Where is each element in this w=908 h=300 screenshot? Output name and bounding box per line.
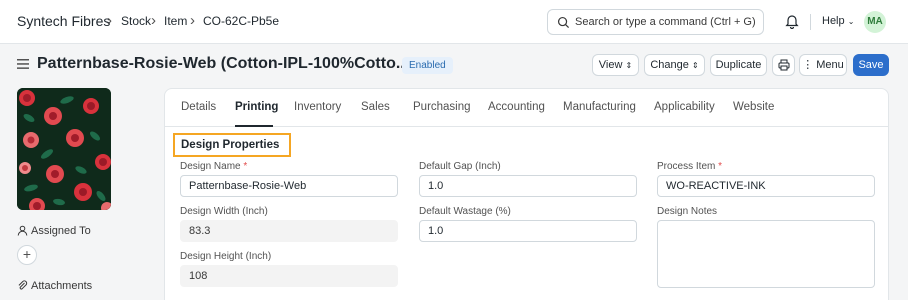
active-tab-indicator — [235, 125, 273, 127]
attachments-label: Attachments — [17, 280, 92, 292]
help-label: Help — [822, 15, 845, 27]
view-button[interactable]: View ⇕ — [592, 54, 639, 76]
process-item-label: Process Item * — [657, 161, 722, 172]
help-dropdown[interactable]: Help ⌄ — [822, 15, 854, 27]
navbar: Syntech Fibres › Stock › Item › CO-62C-P… — [0, 0, 908, 44]
tab-inventory[interactable]: Inventory — [294, 101, 341, 113]
search-placeholder: Search or type a command (Ctrl + G) — [575, 16, 756, 28]
default-wastage-input[interactable]: 1.0 — [419, 220, 637, 242]
avatar[interactable]: MA — [864, 11, 886, 33]
design-width-label: Design Width (Inch) — [180, 206, 268, 217]
hamburger-icon[interactable] — [17, 59, 29, 69]
duplicate-button[interactable]: Duplicate — [710, 54, 767, 76]
design-height-field: 108 — [180, 265, 398, 287]
assigned-to-text: Assigned To — [31, 225, 91, 237]
sort-icon: ⇕ — [625, 61, 633, 70]
status-badge: Enabled — [402, 57, 453, 74]
user-icon — [17, 225, 28, 236]
more-vertical-icon: ⋮ — [802, 59, 814, 71]
bell-icon[interactable] — [785, 13, 799, 29]
search-icon — [557, 16, 570, 29]
default-gap-input[interactable]: 1.0 — [419, 175, 637, 197]
design-name-label-text: Design Name — [180, 161, 241, 172]
design-height-label: Design Height (Inch) — [180, 251, 272, 262]
menu-button[interactable]: ⋮ Menu — [799, 54, 847, 76]
chevron-right-icon: › — [107, 12, 112, 29]
assigned-to-label: Assigned To — [17, 225, 91, 237]
default-gap-label: Default Gap (Inch) — [419, 161, 501, 172]
design-name-input[interactable]: Patternbase-Rosie-Web — [180, 175, 398, 197]
brand-name[interactable]: Syntech Fibres — [17, 13, 110, 29]
view-label: View — [598, 59, 623, 71]
tab-applicability[interactable]: Applicability — [654, 101, 715, 113]
search-input[interactable]: Search or type a command (Ctrl + G) — [547, 9, 764, 35]
tab-website[interactable]: Website — [733, 101, 774, 113]
design-notes-label: Design Notes — [657, 206, 718, 217]
design-notes-textarea[interactable] — [657, 220, 875, 288]
change-button[interactable]: Change ⇕ — [644, 54, 705, 76]
tab-sales[interactable]: Sales — [361, 101, 390, 113]
paperclip-icon — [18, 280, 28, 290]
section-title: Design Properties — [173, 133, 291, 157]
chevron-right-icon: › — [151, 12, 156, 29]
design-name-label: Design Name * — [180, 161, 247, 172]
item-image[interactable] — [17, 88, 111, 210]
breadcrumb-item[interactable]: Item — [164, 14, 187, 28]
tab-purchasing[interactable]: Purchasing — [413, 101, 471, 113]
design-width-field: 83.3 — [180, 220, 398, 242]
form-card: Details Printing Inventory Sales Purchas… — [164, 88, 889, 300]
required-marker: * — [243, 161, 248, 172]
breadcrumb-stock[interactable]: Stock — [121, 14, 151, 28]
save-button[interactable]: Save — [853, 54, 889, 76]
printer-icon — [778, 59, 789, 71]
floral-pattern-image — [17, 88, 111, 210]
menu-label: Menu — [816, 59, 844, 71]
page-title: Patternbase-Rosie-Web (Cotton-IPL-100%Co… — [37, 55, 410, 72]
tab-manufacturing[interactable]: Manufacturing — [563, 101, 636, 113]
process-item-label-text: Process Item — [657, 161, 716, 172]
change-label: Change — [650, 59, 689, 71]
chevron-right-icon: › — [190, 12, 195, 29]
plus-icon: + — [22, 246, 32, 262]
tab-accounting[interactable]: Accounting — [488, 101, 545, 113]
tab-printing[interactable]: Printing — [235, 101, 278, 113]
tab-bar: Details Printing Inventory Sales Purchas… — [165, 89, 888, 127]
required-marker: * — [718, 161, 723, 172]
default-wastage-label: Default Wastage (%) — [419, 206, 511, 217]
sort-icon: ⇕ — [691, 61, 699, 70]
add-assignee-button[interactable]: + — [17, 245, 37, 265]
chevron-down-icon: ⌄ — [847, 17, 855, 26]
process-item-input[interactable]: WO-REACTIVE-INK — [657, 175, 875, 197]
print-button[interactable] — [772, 54, 795, 76]
navbar-divider — [810, 14, 811, 30]
attachments-text: Attachments — [31, 280, 93, 292]
breadcrumb-current[interactable]: CO-62C-Pb5e — [203, 14, 279, 28]
tab-details[interactable]: Details — [181, 101, 216, 113]
